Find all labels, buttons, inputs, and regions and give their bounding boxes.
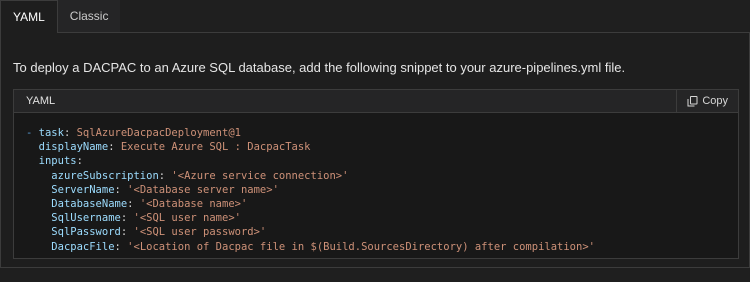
tab-panel: To deploy a DACPAC to an Azure SQL datab… bbox=[0, 32, 750, 268]
intro-text: To deploy a DACPAC to an Azure SQL datab… bbox=[13, 60, 626, 75]
bottom-strip bbox=[0, 268, 750, 282]
code-line-2: displayName: Execute Azure SQL : DacpacT… bbox=[38, 141, 311, 154]
copy-label: Copy bbox=[702, 95, 728, 107]
tab-bar: YAML Classic bbox=[0, 0, 750, 33]
code-line-1: - task: SqlAzureDacpacDeployment@1 bbox=[26, 127, 241, 139]
code-line-4: azureSubscription: '<Azure service conne… bbox=[51, 169, 349, 182]
code-language-label: YAML bbox=[26, 95, 56, 107]
code-line-9: DacpacFile: '<Location of Dacpac file in… bbox=[51, 240, 595, 253]
tab-yaml[interactable]: YAML bbox=[0, 0, 58, 33]
code-line-5: ServerName: '<Database server name>' bbox=[51, 183, 279, 196]
tab-classic[interactable]: Classic bbox=[57, 0, 121, 33]
copy-icon bbox=[687, 96, 698, 107]
code-header: YAML Copy bbox=[14, 90, 738, 113]
code-line-3: inputs: bbox=[38, 155, 83, 168]
code-line-6: DatabaseName: '<Database name>' bbox=[51, 198, 248, 211]
code-snippet: YAML Copy - task: SqlAzureDacpacDeployme… bbox=[13, 89, 739, 259]
copy-button[interactable]: Copy bbox=[676, 90, 738, 113]
code-line-8: SqlPassword: '<SQL user password>' bbox=[51, 226, 267, 239]
code-body[interactable]: - task: SqlAzureDacpacDeployment@1 displ… bbox=[26, 126, 595, 254]
code-line-7: SqlUsername: '<SQL user name>' bbox=[51, 212, 241, 225]
